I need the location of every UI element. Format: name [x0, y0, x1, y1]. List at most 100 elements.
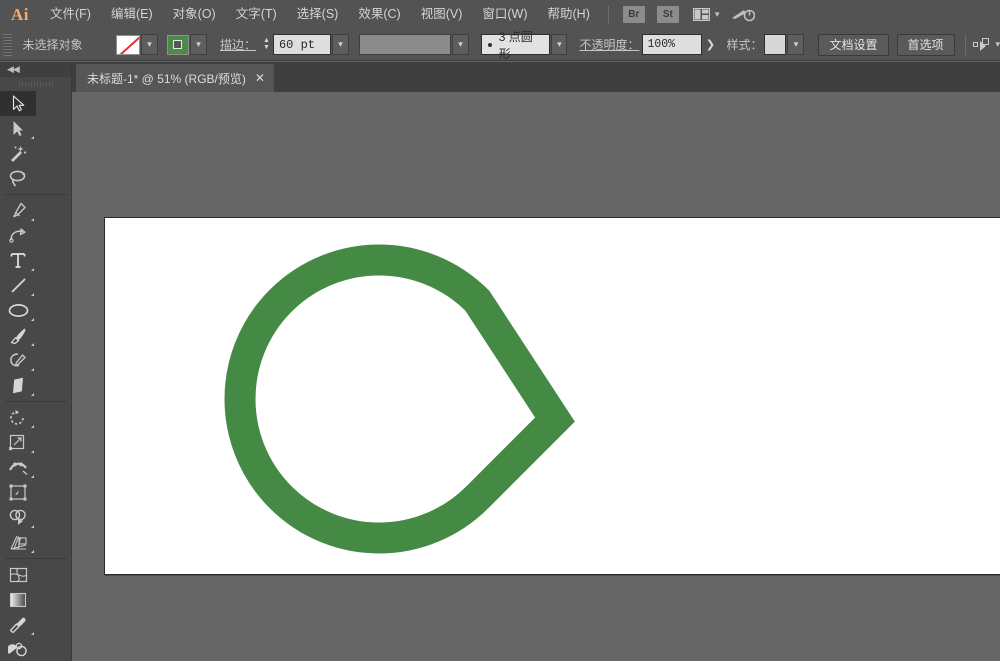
tools-panel-grip[interactable] [0, 77, 71, 91]
stroke-weight-field[interactable]: 60 pt [273, 34, 331, 55]
close-icon[interactable]: ✕ [255, 71, 265, 85]
tool-width[interactable] [0, 455, 36, 480]
tool-lasso[interactable] [0, 166, 36, 191]
creative-cloud-button[interactable] [731, 7, 755, 23]
control-options-bar: 未选择对象 ▾ ▾ 描边： ▲▼ 60 pt ▾ ▾ 3 点圆形 ▾ [0, 29, 1000, 61]
stroke-weight-label[interactable]: 描边： [220, 36, 256, 53]
tool-magic-wand[interactable] [0, 141, 36, 166]
tool-line-segment[interactable] [0, 273, 36, 298]
selection-status-label: 未选择对象 [23, 36, 110, 53]
graphic-style-dropdown[interactable]: ▾ [787, 34, 804, 55]
free-transform-icon [9, 484, 27, 501]
brush-definition-dropdown[interactable]: ▾ [551, 34, 567, 55]
tool-shape-builder[interactable] [0, 505, 36, 530]
magic-wand-icon [9, 145, 27, 162]
illustrator-window: Ai 文件(F) 编辑(E) 对象(O) 文字(T) 选择(S) 效果(C) 视… [0, 0, 1000, 661]
stroke-weight-dropdown[interactable]: ▾ [332, 34, 349, 55]
chevron-down-icon: ▾ [995, 39, 1000, 50]
menu-edit[interactable]: 编辑(E) [101, 0, 163, 29]
tool-flyout-indicator [31, 632, 34, 635]
bridge-button[interactable]: Br [623, 6, 645, 23]
menu-file[interactable]: 文件(F) [40, 0, 101, 29]
tool-ellipse[interactable] [0, 298, 36, 323]
variable-width-profile-field[interactable] [359, 34, 451, 55]
tool-type[interactable] [0, 248, 36, 273]
align-to-selection-icon [973, 38, 991, 52]
perspective-grid-icon [9, 534, 28, 551]
ellipse-icon [8, 303, 29, 318]
tool-curvature[interactable] [0, 223, 36, 248]
menubar-divider [608, 6, 609, 24]
stroke-swatch-dropdown[interactable]: ▾ [190, 34, 207, 55]
artboard[interactable] [104, 217, 1000, 575]
tool-eraser[interactable] [0, 373, 36, 398]
canvas-workspace[interactable] [72, 92, 1000, 661]
preferences-button[interactable]: 首选项 [897, 34, 955, 56]
stock-button[interactable]: St [657, 6, 679, 23]
tool-pen[interactable] [0, 198, 36, 223]
type-icon [10, 252, 26, 269]
shaper-icon [9, 352, 27, 370]
arrange-documents-button[interactable]: ▾ [693, 8, 720, 21]
menu-type[interactable]: 文字(T) [226, 0, 287, 29]
tool-direct-selection[interactable] [0, 116, 36, 141]
tool-free-transform[interactable] [0, 480, 36, 505]
tool-blend[interactable] [0, 637, 36, 661]
blend-icon [8, 642, 28, 658]
chevron-down-icon: ▾ [715, 9, 720, 20]
tool-flyout-indicator [31, 218, 34, 221]
teardrop-path[interactable] [240, 260, 555, 538]
tool-eyedropper[interactable] [0, 612, 36, 637]
document-tab-bar: 未标题-1* @ 51% (RGB/预览) ✕ [72, 62, 1000, 92]
collapse-panel-icon[interactable]: ◀◀ [7, 64, 19, 75]
align-to-selection-button[interactable]: ▾ [973, 38, 1000, 52]
tool-rotate[interactable] [0, 405, 36, 430]
tool-group-transform [0, 405, 71, 555]
paintbrush-icon [9, 327, 27, 345]
tool-flyout-indicator [31, 525, 34, 528]
app-logo-icon: Ai [0, 0, 40, 29]
tool-shaper[interactable] [0, 348, 36, 373]
opacity-field[interactable]: 100% [642, 34, 702, 55]
optionsbar-grip[interactable] [3, 34, 12, 56]
variable-width-profile-dropdown[interactable]: ▾ [452, 34, 469, 55]
menu-effect[interactable]: 效果(C) [348, 0, 410, 29]
tool-scale[interactable] [0, 430, 36, 455]
brush-definition-field[interactable]: 3 点圆形 [481, 34, 550, 55]
stroke-color-swatch[interactable] [167, 35, 189, 55]
tools-panel: ◀◀ [0, 62, 72, 661]
menu-help[interactable]: 帮助(H) [538, 0, 600, 29]
tool-flyout-indicator [31, 343, 34, 346]
width-icon [9, 459, 28, 476]
tool-selection[interactable] [0, 91, 36, 116]
menu-window[interactable]: 窗口(W) [472, 0, 537, 29]
tool-flyout-indicator [31, 136, 34, 139]
tool-flyout-indicator [31, 318, 34, 321]
eraser-icon [9, 377, 27, 394]
no-fill-slash-icon [117, 35, 140, 55]
brush-definition-value: 3 点圆形 [499, 28, 542, 62]
line-segment-icon [10, 277, 27, 294]
fill-color-swatch[interactable] [116, 35, 140, 55]
tool-gradient[interactable] [0, 587, 36, 612]
tool-flyout-indicator [31, 475, 34, 478]
document-tab[interactable]: 未标题-1* @ 51% (RGB/预览) ✕ [76, 64, 274, 92]
tools-panel-header: ◀◀ [0, 62, 71, 77]
style-label: 样式： [726, 36, 762, 53]
scale-icon [9, 434, 27, 451]
stroke-weight-stepper[interactable]: ▲▼ [260, 35, 273, 55]
tool-mesh[interactable] [0, 562, 36, 587]
graphic-style-swatch[interactable] [764, 34, 786, 55]
menu-view[interactable]: 视图(V) [411, 0, 473, 29]
fill-swatch-dropdown[interactable]: ▾ [141, 34, 158, 55]
tool-perspective-grid[interactable] [0, 530, 36, 555]
tool-paintbrush[interactable] [0, 323, 36, 348]
menu-select[interactable]: 选择(S) [287, 0, 349, 29]
opacity-label[interactable]: 不透明度： [579, 36, 639, 53]
pen-icon [10, 202, 27, 219]
menu-object[interactable]: 对象(O) [163, 0, 226, 29]
tool-flyout-indicator [31, 368, 34, 371]
tool-flyout-indicator [31, 550, 34, 553]
opacity-expand-button[interactable]: ❯ [702, 34, 718, 55]
document-setup-button[interactable]: 文档设置 [818, 34, 888, 56]
